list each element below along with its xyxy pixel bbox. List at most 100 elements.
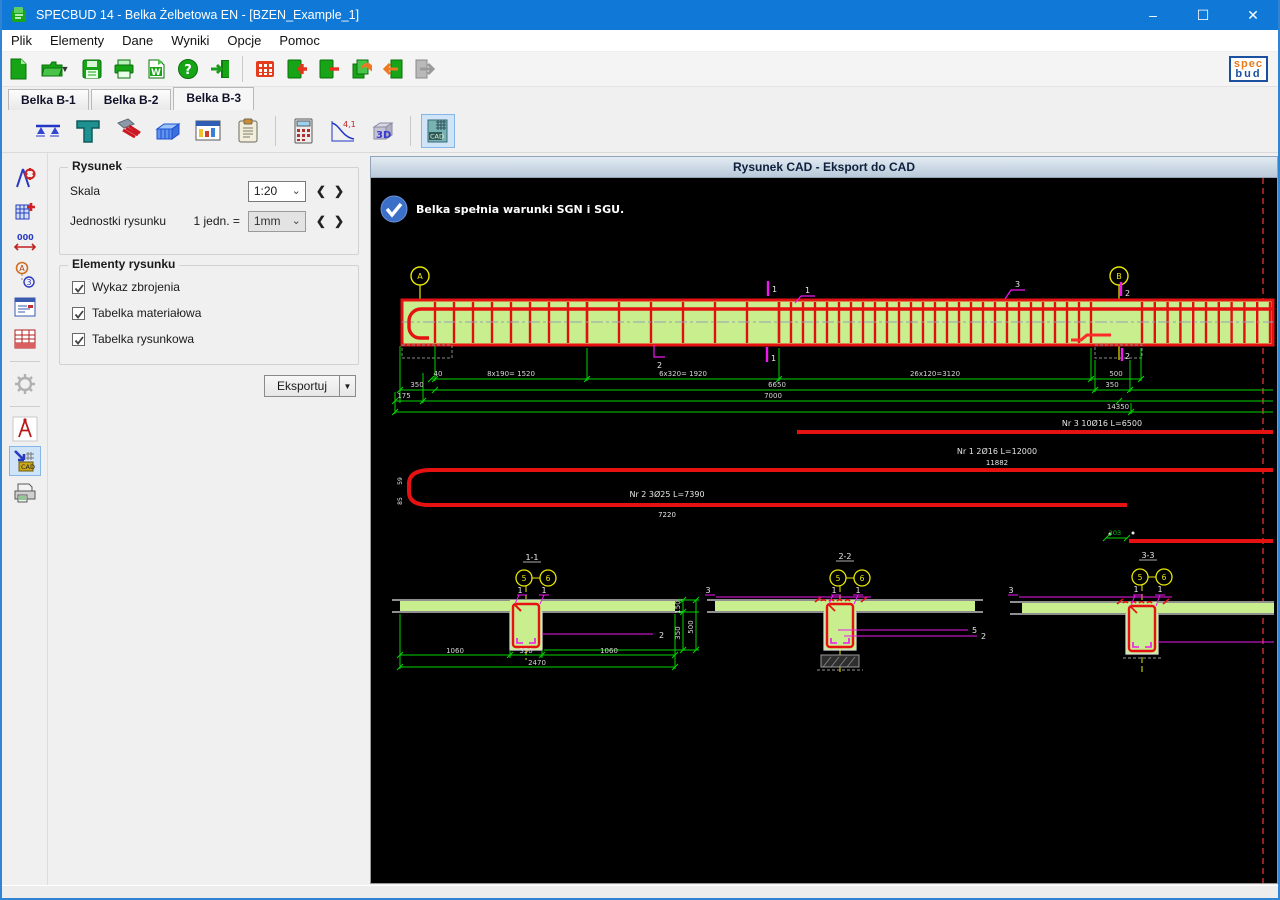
save-button[interactable] <box>77 54 107 84</box>
scale-tool-button[interactable] <box>9 414 41 444</box>
svg-text:1: 1 <box>772 285 777 294</box>
delete-element-button[interactable] <box>314 54 344 84</box>
svg-text:1060: 1060 <box>446 647 464 655</box>
open-file-button[interactable]: ▼ <box>35 54 75 84</box>
elements-grid-icon <box>254 58 276 80</box>
svg-text:3-3: 3-3 <box>1141 551 1154 560</box>
eksportuj-button[interactable]: Eksportuj <box>264 375 340 397</box>
menu-plik[interactable]: Plik <box>2 30 41 51</box>
eksportuj-dropdown-button[interactable]: ▼ <box>340 375 356 397</box>
exit-button[interactable] <box>205 54 235 84</box>
svg-text:350: 350 <box>410 381 423 389</box>
new-file-button[interactable] <box>3 54 33 84</box>
svg-text:26x120=3120: 26x120=3120 <box>910 370 960 378</box>
printer-icon <box>12 480 38 506</box>
menu-pomoc[interactable]: Pomoc <box>270 30 328 51</box>
tabelka-materialowa-label: Tabelka materiałowa <box>92 306 201 320</box>
app-window: SPECBUD 14 - Belka Żelbetowa EN - [BZEN_… <box>0 0 1280 900</box>
calculator-button[interactable] <box>286 114 320 148</box>
menu-wyniki[interactable]: Wyniki <box>162 30 218 51</box>
elementy-group-title: Elementy rysunku <box>68 257 179 271</box>
cad-drawing: Belka spełnia warunki SGN i SGU. A B <box>371 178 1277 884</box>
add-element-button[interactable] <box>282 54 312 84</box>
previous-element-button[interactable] <box>378 54 408 84</box>
jednostki-value: 1mm <box>254 214 281 228</box>
strip-separator <box>10 361 40 362</box>
beam-elevation <box>402 300 1273 358</box>
svg-text:1: 1 <box>1133 585 1138 594</box>
results-window-button[interactable] <box>191 114 225 148</box>
svg-text:2: 2 <box>659 631 664 640</box>
help-button[interactable]: ? <box>173 54 203 84</box>
dims-icon-text: 000 <box>17 233 34 242</box>
material-table-button[interactable] <box>9 324 41 354</box>
svg-text:14350: 14350 <box>1107 403 1129 411</box>
word-doc-icon: W <box>145 58 167 80</box>
cad-drawing-button[interactable]: CAD <box>421 114 455 148</box>
section-view-button[interactable] <box>71 114 105 148</box>
view-3d-button[interactable]: 3D <box>366 114 400 148</box>
print-button[interactable] <box>109 54 139 84</box>
tab-belka-b1[interactable]: Belka B-1 <box>8 89 89 110</box>
elevation-dimensions <box>392 346 1273 415</box>
tabelka-rysunkowa-checkbox[interactable] <box>72 333 85 346</box>
svg-text:1: 1 <box>771 354 776 363</box>
export-word-button[interactable]: W <box>141 54 171 84</box>
svg-text:Nr 1 2Ø16 L=12000: Nr 1 2Ø16 L=12000 <box>957 446 1037 456</box>
jednostki-next-button[interactable]: ❯ <box>330 214 348 228</box>
print-drawing-button[interactable] <box>9 478 41 508</box>
loads-view-button[interactable] <box>111 114 145 148</box>
svg-text:6650: 6650 <box>768 381 786 389</box>
elements-list-button[interactable] <box>250 54 280 84</box>
close-button[interactable]: ✕ <box>1228 0 1278 30</box>
svg-text:1-1: 1-1 <box>525 553 538 562</box>
drawing-options-button[interactable] <box>9 164 41 194</box>
menu-dane[interactable]: Dane <box>113 30 162 51</box>
svg-text:6: 6 <box>860 574 865 583</box>
scheme-view-button[interactable] <box>31 114 65 148</box>
chart-icon: 4,1 <box>329 117 357 145</box>
logo-line2: bud <box>1234 69 1263 79</box>
concrete-3d-button[interactable] <box>151 114 185 148</box>
dimensions-button[interactable]: 000 <box>9 228 41 258</box>
menu-elementy[interactable]: Elementy <box>41 30 113 51</box>
numbering-button[interactable]: A3 <box>9 260 41 290</box>
jednostki-combobox[interactable]: 1mm ⌄ <box>248 211 306 232</box>
svg-text:Nr 2 3Ø25 L=7390: Nr 2 3Ø25 L=7390 <box>629 489 704 499</box>
add-drawing-button[interactable] <box>9 196 41 226</box>
tab-belka-b3[interactable]: Belka B-3 <box>173 87 254 110</box>
skala-combobox[interactable]: 1:20 ⌄ <box>248 181 306 202</box>
copy-element-button[interactable] <box>346 54 376 84</box>
new-file-icon <box>7 58 29 80</box>
maximize-button[interactable]: ☐ <box>1178 0 1228 30</box>
toolbar-separator <box>242 56 243 82</box>
report-button[interactable] <box>231 114 265 148</box>
skala-next-button[interactable]: ❯ <box>330 184 348 198</box>
reinforcement-list-button[interactable] <box>9 292 41 322</box>
chart-view-button[interactable]: 4,1 <box>326 114 360 148</box>
skala-prev-button[interactable]: ❮ <box>312 184 330 198</box>
next-element-button[interactable] <box>410 54 440 84</box>
minimize-button[interactable]: – <box>1128 0 1178 30</box>
tab-belka-b2[interactable]: Belka B-2 <box>91 89 172 110</box>
menu-opcje[interactable]: Opcje <box>218 30 270 51</box>
wykaz-zbrojenia-checkbox[interactable] <box>72 281 85 294</box>
export-cad-button[interactable]: CAD <box>9 446 41 476</box>
caret-down-icon: ▼ <box>344 382 352 391</box>
svg-text:2: 2 <box>981 632 986 641</box>
settings-button[interactable] <box>9 369 41 399</box>
export-split-button: Eksportuj ▼ <box>264 375 356 397</box>
svg-text:1: 1 <box>517 586 522 595</box>
view-toolbar: 4,1 3D CAD <box>2 110 1278 152</box>
jednostki-label: Jednostki rysunku <box>70 214 194 228</box>
loads-icon <box>114 117 142 145</box>
jednostki-prev-button[interactable]: ❮ <box>312 214 330 228</box>
tabelka-materialowa-checkbox[interactable] <box>72 307 85 320</box>
report-clipboard-icon <box>234 117 262 145</box>
svg-text:5: 5 <box>522 574 527 583</box>
svg-text:500: 500 <box>1109 370 1122 378</box>
rysunek-group-title: Rysunek <box>68 159 126 173</box>
toolbar-separator <box>275 116 276 146</box>
open-folder-icon <box>41 58 63 80</box>
section-2-2: 2-2 5 6 <box>705 552 986 672</box>
